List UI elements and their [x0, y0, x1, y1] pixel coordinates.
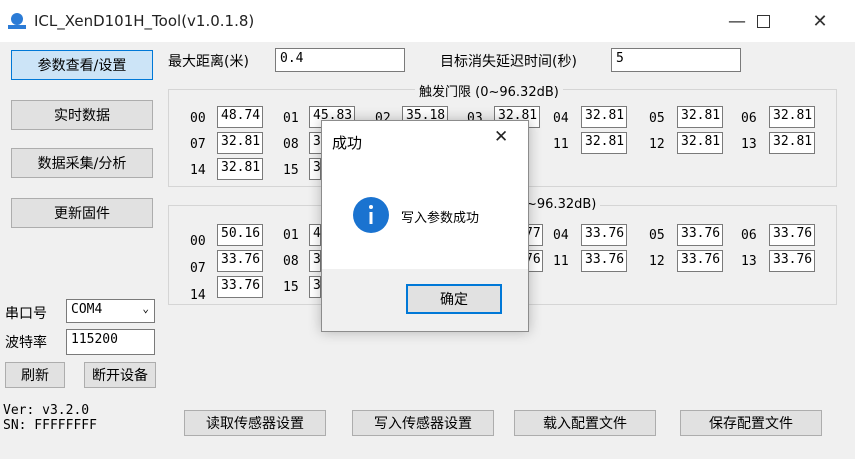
- realtime-data-button[interactable]: 实时数据: [11, 100, 153, 130]
- hold-index: 01: [283, 228, 299, 243]
- sn-text: SN: FFFFFFFF: [3, 418, 97, 433]
- trigger-value-00[interactable]: 48.74: [217, 106, 263, 128]
- read-sensor-settings-button[interactable]: 读取传感器设置: [184, 410, 326, 436]
- trigger-index: 07: [190, 137, 206, 152]
- hold-value-11[interactable]: 33.76: [581, 250, 627, 272]
- baud-label: 波特率: [5, 335, 47, 351]
- trigger-value-12[interactable]: 32.81: [677, 132, 723, 154]
- trigger-index: 14: [190, 163, 206, 178]
- hold-index: 14: [190, 288, 206, 303]
- hold-value-06[interactable]: 33.76: [769, 224, 815, 246]
- trigger-index: 12: [649, 137, 665, 152]
- baud-input[interactable]: 115200: [66, 329, 155, 355]
- hold-index: 11: [553, 254, 569, 269]
- hold-index: 08: [283, 254, 299, 269]
- app-logo-icon: [8, 13, 26, 29]
- hold-value-08[interactable]: 3: [309, 250, 321, 272]
- trigger-index: 08: [283, 137, 299, 152]
- hold-index: 13: [741, 254, 757, 269]
- trigger-value-06[interactable]: 32.81: [769, 106, 815, 128]
- hold-value-14[interactable]: 33.76: [217, 276, 263, 298]
- trigger-index: 01: [283, 111, 299, 126]
- version-text: Ver: v3.2.0: [3, 403, 90, 418]
- write-sensor-settings-button[interactable]: 写入传感器设置: [352, 410, 494, 436]
- ok-button[interactable]: 确定: [406, 284, 502, 314]
- hold-value-12[interactable]: 33.76: [677, 250, 723, 272]
- dialog-title: 成功: [332, 134, 363, 152]
- trigger-value-13[interactable]: 32.81: [769, 132, 815, 154]
- trigger-value-05[interactable]: 32.81: [677, 106, 723, 128]
- dialog-footer: 确定: [322, 269, 528, 331]
- hold-value-05[interactable]: 33.76: [677, 224, 723, 246]
- dialog-close-icon[interactable]: ✕: [494, 127, 508, 147]
- target-delay-label: 目标消失延迟时间(秒): [440, 54, 577, 70]
- trigger-index: 11: [553, 137, 569, 152]
- hold-value-13[interactable]: 33.76: [769, 250, 815, 272]
- hold-index: 05: [649, 228, 665, 243]
- refresh-button[interactable]: 刷新: [5, 362, 65, 388]
- hold-index: 12: [649, 254, 665, 269]
- maximize-icon[interactable]: [740, 0, 786, 42]
- window-title: ICL_XenD101H_Tool(v1.0.1.8): [34, 12, 255, 30]
- params-view-set-button[interactable]: 参数查看/设置: [11, 50, 153, 80]
- hold-value-07[interactable]: 33.76: [217, 250, 263, 272]
- hold-value-15[interactable]: 3: [309, 276, 321, 298]
- trigger-index: 06: [741, 111, 757, 126]
- trigger-index: 15: [283, 163, 299, 178]
- trigger-index: 13: [741, 137, 757, 152]
- update-firmware-button[interactable]: 更新固件: [11, 198, 153, 228]
- hold-value-04[interactable]: 33.76: [581, 224, 627, 246]
- hold-index: 15: [283, 280, 299, 295]
- dialog-message: 写入参数成功: [401, 211, 480, 226]
- success-dialog: 成功 ✕ 写入参数成功 确定: [321, 120, 529, 332]
- save-config-button[interactable]: 保存配置文件: [680, 410, 822, 436]
- chevron-down-icon: ⌄: [142, 302, 149, 315]
- close-icon[interactable]: ✕: [797, 0, 843, 42]
- hold-value-01[interactable]: 4: [309, 224, 321, 246]
- trigger-value-14[interactable]: 32.81: [217, 158, 263, 180]
- hold-index: 07: [190, 261, 206, 276]
- trigger-value-15[interactable]: 3: [309, 158, 321, 180]
- trigger-index: 00: [190, 111, 206, 126]
- port-label: 串口号: [5, 306, 47, 322]
- hold-index: 04: [553, 228, 569, 243]
- trigger-value-07[interactable]: 32.81: [217, 132, 263, 154]
- target-delay-input[interactable]: 5: [611, 48, 741, 72]
- port-select[interactable]: COM4 ⌄: [66, 299, 155, 323]
- trigger-index: 04: [553, 111, 569, 126]
- data-capture-analysis-button[interactable]: 数据采集/分析: [11, 148, 153, 178]
- info-icon: [353, 197, 389, 233]
- trigger-threshold-title: 触发门限 (0~96.32dB): [415, 81, 563, 100]
- hold-value-00[interactable]: 50.16: [217, 224, 263, 246]
- hold-index: 00: [190, 234, 206, 249]
- trigger-index: 05: [649, 111, 665, 126]
- max-distance-label: 最大距离(米): [168, 54, 249, 70]
- hold-threshold-title: ~96.32dB): [522, 197, 601, 212]
- trigger-value-04[interactable]: 32.81: [581, 106, 627, 128]
- max-distance-input[interactable]: 0.4: [275, 48, 405, 72]
- port-value: COM4: [71, 302, 103, 317]
- trigger-value-11[interactable]: 32.81: [581, 132, 627, 154]
- disconnect-button[interactable]: 断开设备: [84, 362, 156, 388]
- load-config-button[interactable]: 载入配置文件: [514, 410, 656, 436]
- hold-index: 06: [741, 228, 757, 243]
